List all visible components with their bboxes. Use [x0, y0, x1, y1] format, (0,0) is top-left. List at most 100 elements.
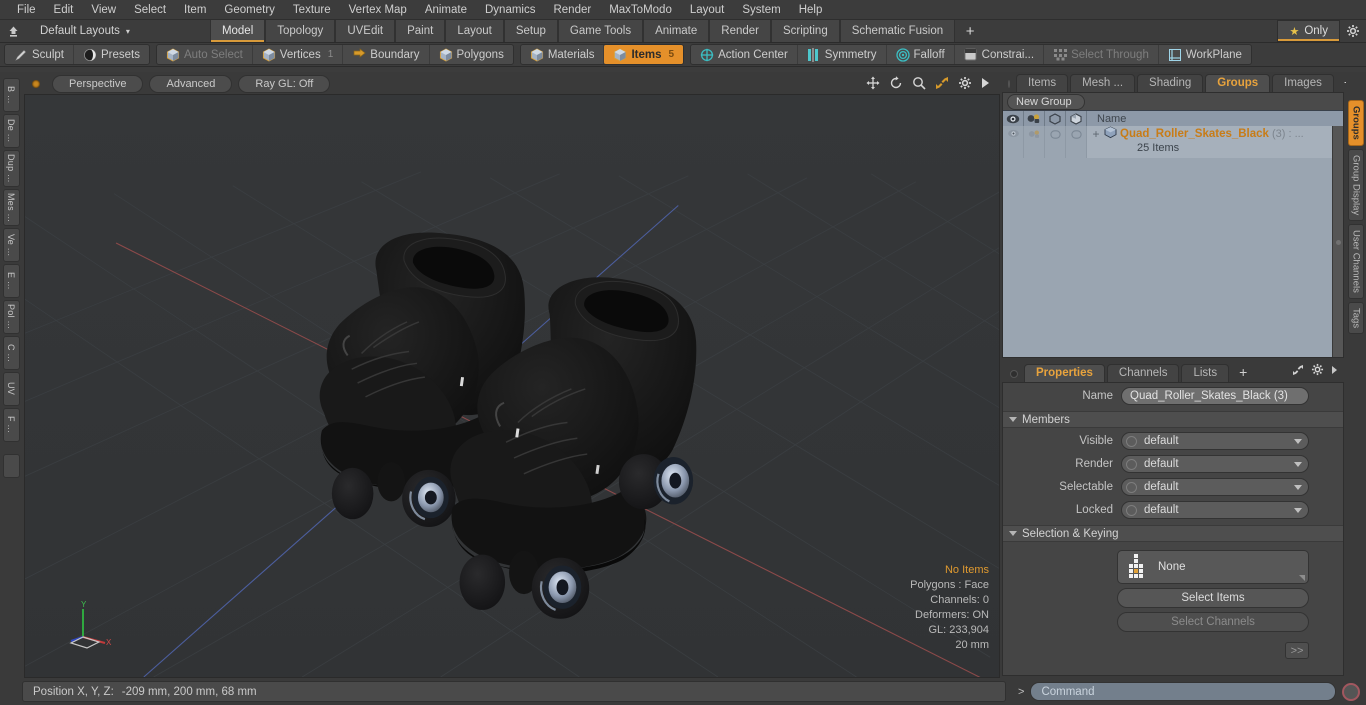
menu-item-geometry[interactable]: Geometry — [215, 1, 284, 19]
left-strip-extra-button[interactable] — [2, 453, 20, 478]
properties-tab-channels[interactable]: Channels — [1106, 364, 1180, 382]
layout-tab-setup[interactable]: Setup — [503, 20, 558, 42]
panel-tab-items[interactable]: Items — [1016, 74, 1069, 92]
home-icon[interactable] — [0, 20, 26, 42]
layout-tab-paint[interactable]: Paint — [395, 20, 446, 42]
viewport-3d[interactable]: Y X No Items Polygons : Face Channels: 0 De… — [24, 94, 1000, 678]
toolbar-button-select-through[interactable]: Select Through — [1044, 45, 1159, 64]
group-list-scrollbar[interactable] — [1332, 126, 1343, 357]
member-dropdown-locked[interactable]: default — [1121, 501, 1309, 519]
gear-icon[interactable] — [958, 76, 972, 93]
zoom-icon[interactable] — [912, 76, 926, 93]
toolbar-button-sculpt[interactable]: Sculpt — [5, 45, 74, 64]
left-strip-tab-9[interactable]: F ... — [2, 407, 20, 442]
chevron-right-icon[interactable] — [1331, 365, 1338, 378]
layout-tab-layout[interactable]: Layout — [445, 20, 504, 42]
left-strip-tab-5[interactable]: E ... — [2, 263, 20, 298]
left-strip-tab-2[interactable]: Dup ... — [2, 150, 20, 187]
properties-tab-properties[interactable]: Properties — [1024, 364, 1105, 382]
menu-item-file[interactable]: File — [8, 1, 45, 19]
panel-tab-shading[interactable]: Shading — [1137, 74, 1204, 92]
more-button[interactable]: >> — [1285, 642, 1309, 659]
layout-tab-scripting[interactable]: Scripting — [770, 20, 840, 42]
only-toggle[interactable]: ★ Only — [1277, 20, 1340, 42]
layout-tab-uvedit[interactable]: UVEdit — [335, 20, 396, 42]
panel-tab-groups[interactable]: Groups — [1205, 74, 1271, 92]
view-mode-dropdown[interactable]: Perspective — [52, 75, 144, 93]
menu-item-help[interactable]: Help — [790, 1, 832, 19]
right-strip-tab-tags[interactable]: Tags — [1348, 301, 1364, 334]
member-dropdown-selectable[interactable]: default — [1121, 478, 1309, 496]
layout-tab-model[interactable]: Model — [209, 20, 266, 42]
toolbar-button-auto-select[interactable]: Auto Select — [157, 45, 253, 64]
layout-tab-topology[interactable]: Topology — [265, 20, 336, 42]
row-shade-toggle[interactable] — [1066, 126, 1087, 158]
toolbar-button-constrai[interactable]: Constrai... — [955, 45, 1045, 64]
layout-tab-render[interactable]: Render — [709, 20, 771, 42]
menu-item-dynamics[interactable]: Dynamics — [476, 1, 544, 19]
left-strip-tab-6[interactable]: Pol ... — [2, 299, 20, 334]
add-properties-tab-button[interactable]: + — [1231, 364, 1255, 382]
select-items-button[interactable]: Select Items — [1117, 588, 1309, 608]
panel-tab-mesh[interactable]: Mesh ... — [1070, 74, 1136, 92]
left-strip-tab-3[interactable]: Mes ... — [2, 188, 20, 226]
add-layout-button[interactable]: + — [955, 20, 986, 42]
wireframe-cube-icon[interactable] — [1045, 111, 1066, 126]
member-dropdown-render[interactable]: default — [1121, 455, 1309, 473]
menu-item-system[interactable]: System — [733, 1, 789, 19]
move-icon[interactable] — [866, 76, 880, 93]
member-dropdown-visible[interactable]: default — [1121, 432, 1309, 450]
row-eye-icon[interactable] — [1003, 126, 1024, 158]
right-strip-tab-user-channels[interactable]: User Channels — [1348, 223, 1364, 299]
left-strip-tab-8[interactable]: UV — [2, 371, 20, 406]
right-strip-tab-group-display[interactable]: Group Display — [1348, 148, 1364, 221]
default-layouts-dropdown[interactable]: Default Layouts ▾ — [26, 20, 140, 42]
toolbar-button-falloff[interactable]: Falloff — [887, 45, 955, 64]
rotate-icon[interactable] — [889, 75, 903, 93]
left-strip-tab-4[interactable]: Ve ... — [2, 227, 20, 262]
layout-tab-game-tools[interactable]: Game Tools — [557, 20, 644, 42]
scrollbar-knob[interactable] — [1336, 240, 1341, 245]
section-selection-keying[interactable]: Selection & Keying — [1003, 525, 1343, 542]
panel-menu-dot[interactable] — [1008, 80, 1010, 88]
shading-mode-dropdown[interactable]: Advanced — [149, 75, 233, 93]
panel-tab-images[interactable]: Images — [1272, 74, 1334, 92]
toolbar-button-presets[interactable]: Presets — [74, 45, 149, 64]
menu-item-animate[interactable]: Animate — [416, 1, 476, 19]
menu-item-layout[interactable]: Layout — [681, 1, 734, 19]
menu-item-render[interactable]: Render — [544, 1, 600, 19]
expand-icon[interactable] — [1292, 364, 1304, 379]
name-input[interactable]: Quad_Roller_Skates_Black (3) — [1121, 387, 1309, 405]
menu-item-vertex-map[interactable]: Vertex Map — [340, 1, 416, 19]
toolbar-button-symmetry[interactable]: Symmetry — [798, 45, 887, 64]
fit-icon[interactable] — [935, 76, 949, 93]
command-input[interactable]: Command — [1030, 682, 1336, 701]
eye-icon[interactable] — [1003, 111, 1024, 126]
toolbar-button-workplane[interactable]: WorkPlane — [1159, 45, 1251, 64]
menu-item-texture[interactable]: Texture — [284, 1, 340, 19]
toolbar-button-polygons[interactable]: Polygons — [430, 45, 513, 64]
row-render-icon[interactable] — [1024, 126, 1045, 158]
group-list-body[interactable]: + Quad_Roller_Skates_Black (3) : ... 25 Ite… — [1003, 126, 1343, 357]
table-row[interactable]: + Quad_Roller_Skates_Black (3) : ... 25 Ite… — [1003, 126, 1343, 158]
record-icon[interactable] — [1342, 682, 1360, 701]
section-members[interactable]: Members — [1003, 411, 1343, 428]
left-strip-tab-1[interactable]: De ... — [2, 114, 20, 148]
expand-toggle-icon[interactable]: + — [1091, 127, 1101, 141]
gear-icon[interactable] — [1340, 20, 1366, 42]
row-wire-toggle[interactable] — [1045, 126, 1066, 158]
menu-item-maxtomodo[interactable]: MaxToModo — [600, 1, 681, 19]
toolbar-button-items[interactable]: Items 5 — [604, 45, 684, 64]
left-strip-tab-0[interactable]: B ... — [2, 78, 20, 112]
toolbar-button-action-center[interactable]: Action Center — [691, 45, 798, 64]
viewport-menu-dot[interactable] — [32, 80, 40, 88]
menu-item-select[interactable]: Select — [125, 1, 175, 19]
new-group-button[interactable]: New Group — [1007, 93, 1085, 110]
properties-tab-lists[interactable]: Lists — [1181, 364, 1230, 382]
menu-item-view[interactable]: View — [82, 1, 125, 19]
left-strip-tab-7[interactable]: C ... — [2, 335, 20, 370]
toolbar-button-boundary[interactable]: Boundary — [343, 45, 430, 64]
menu-item-edit[interactable]: Edit — [45, 1, 83, 19]
gear-icon[interactable] — [1311, 363, 1324, 379]
layout-tab-schematic-fusion[interactable]: Schematic Fusion — [839, 20, 956, 42]
